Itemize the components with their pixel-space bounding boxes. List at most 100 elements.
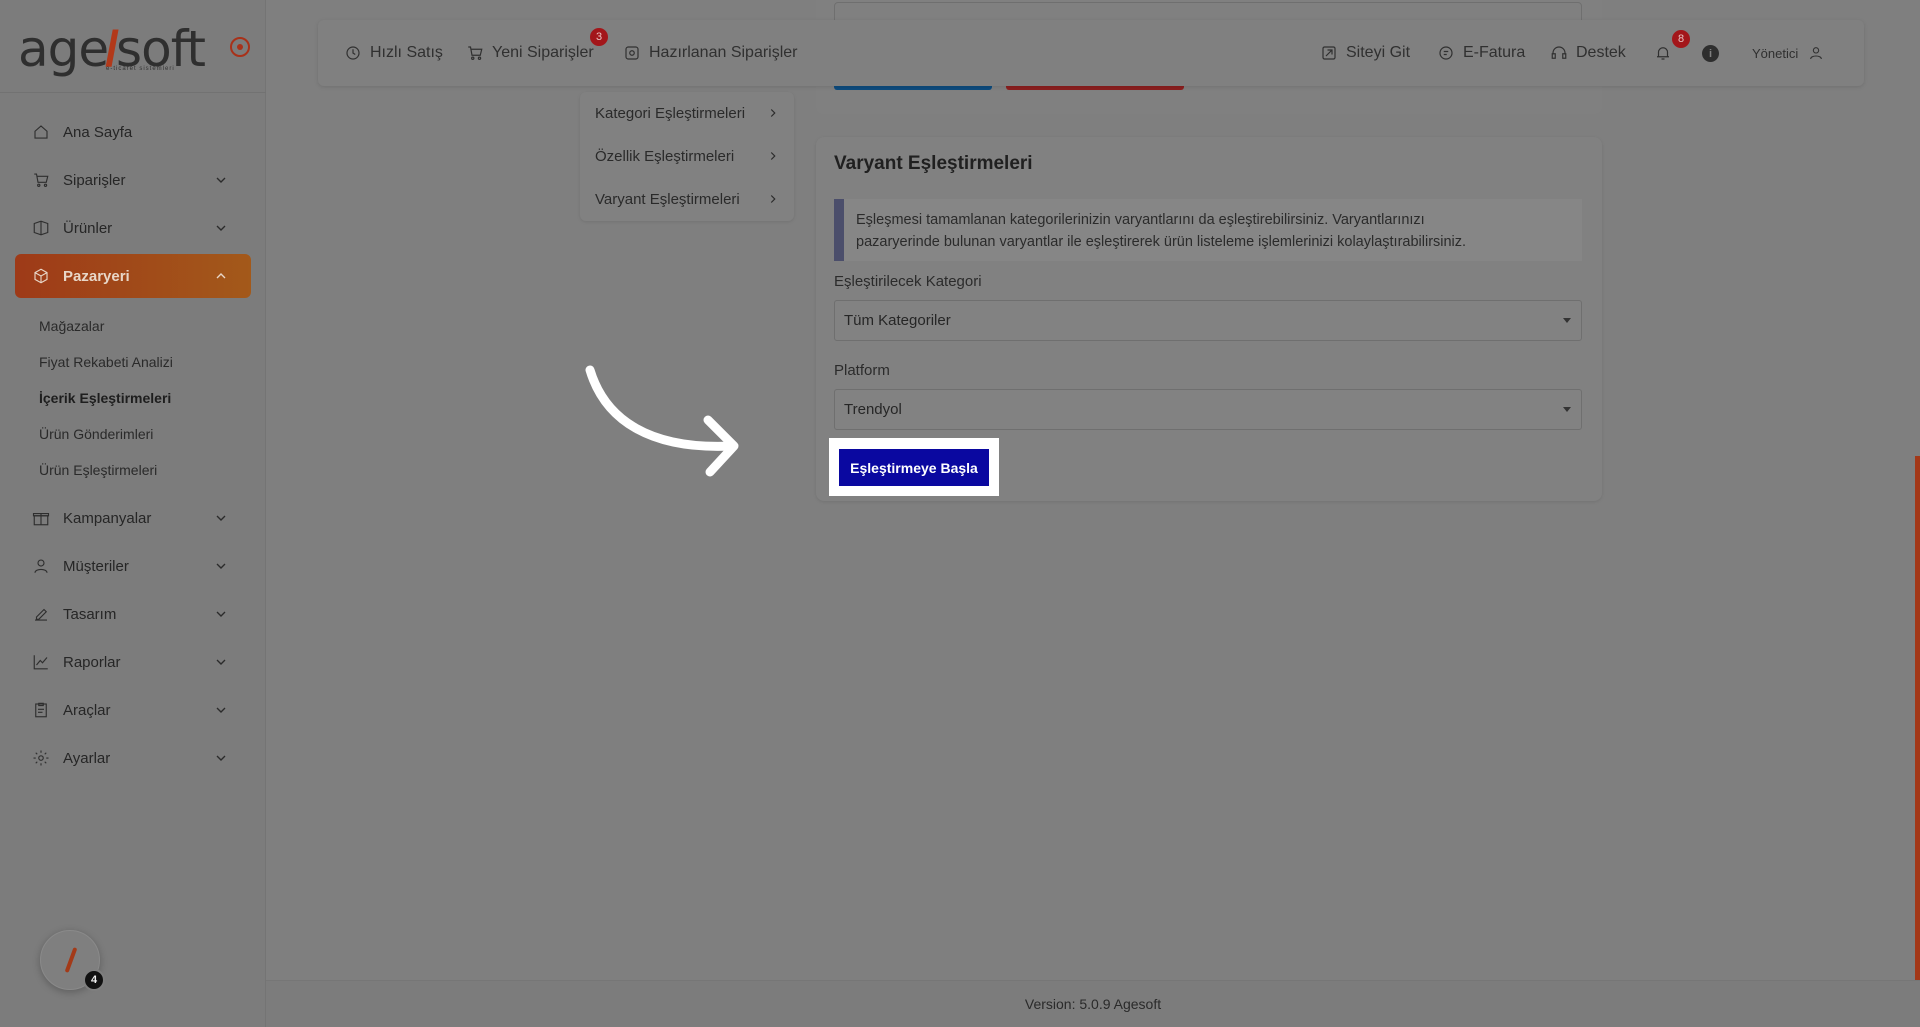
alert-line: pazaryerinde bulunan varyantlar ile eşle… [856,234,1467,250]
platform-label: Platform [834,362,890,379]
sidebar-item-label: Ürünler [63,219,113,237]
notifications-badge: 8 [1670,28,1692,50]
edit-icon [31,604,51,624]
chevron-down-icon [213,172,229,188]
chevron-right-icon [766,106,780,120]
sidebar-item-label: Raporlar [63,653,121,671]
e-invoice-link[interactable]: E-Fatura [1437,20,1525,86]
go-site-link[interactable]: Siteyi Git [1320,20,1410,86]
category-select-value: Tüm Kategoriler [844,312,951,329]
start-matching-button[interactable]: Eşleştirmeye Başla [839,449,989,486]
home-icon [31,122,51,142]
package-icon [623,44,641,62]
submenu-item-variant-matching[interactable]: Varyant Eşleştirmeleri [580,178,794,221]
sidebar-subitem-price-analysis[interactable]: Fiyat Rekabeti Analizi [39,344,251,380]
sidebar-item-campaigns[interactable]: Kampanyalar [15,496,251,540]
sidebar-subitem-stores[interactable]: Mağazalar [39,308,251,344]
info-icon[interactable]: i [1702,45,1719,62]
matching-submenu: Kategori Eşleştirmeleri Özellik Eşleştir… [580,92,794,221]
sidebar-item-label: Müşteriler [63,557,129,575]
sidebar-item-label: Tasarım [63,605,117,623]
sidebar-item-label: Araçlar [63,701,111,719]
target-icon[interactable] [230,37,250,57]
prepared-orders-link[interactable]: Hazırlanan Siparişler [623,20,798,86]
helper-widget-button[interactable]: 4 [40,930,105,991]
bell-icon [1654,44,1672,62]
chevron-down-icon [213,750,229,766]
sidebar-item-marketplace[interactable]: Pazaryeri [15,254,251,298]
support-label: Destek [1576,44,1626,61]
info-alert: Eşleşmesi tamamlanan kategorilerinizin v… [834,199,1582,261]
chevron-up-icon [213,268,229,284]
sidebar-item-reports[interactable]: Raporlar [15,640,251,684]
sidebar-item-label: Kampanyalar [63,509,152,527]
support-link[interactable]: Destek [1550,20,1626,86]
category-select[interactable]: Tüm Kategoriler [834,300,1582,341]
chevron-down-icon [213,558,229,574]
new-orders-label: Yeni Siparişler [492,44,594,61]
sidebar-subitem-product-submissions[interactable]: Ürün Gönderimleri [39,416,251,452]
e-invoice-label: E-Fatura [1463,44,1526,61]
brand-name-part1: age [18,20,109,78]
cart-icon [31,170,51,190]
headset-icon [1550,44,1568,62]
sidebar-subitem-content-matching[interactable]: İçerik Eşleştirmeleri [39,380,251,416]
external-site-icon [1320,44,1338,62]
sidebar-item-products[interactable]: Ürünler [15,206,251,250]
submenu-item-label: Özellik Eşleştirmeleri [595,148,735,165]
submenu-item-label: Varyant Eşleştirmeleri [595,191,740,208]
alert-line: Eşleşmesi tamamlanan kategorilerinizin v… [856,212,1425,228]
sidebar-divider [0,92,266,93]
category-label: Eşleştirilecek Kategori [834,273,982,290]
topbar: Hızlı Satış Yeni Siparişler 3 Hazırlanan… [318,20,1864,86]
submenu-item-attribute-matching[interactable]: Özellik Eşleştirmeleri [580,135,794,178]
new-orders-link[interactable]: Yeni Siparişler [466,20,594,86]
platform-select[interactable]: Trendyol [834,389,1582,430]
clipboard-icon [31,700,51,720]
brand-tagline: e-ticaret sistemleri [106,66,175,72]
chevron-down-icon [213,702,229,718]
user-icon [1808,45,1824,61]
scrollbar-thumb[interactable] [1915,456,1920,1027]
submenu-item-label: Kategori Eşleştirmeleri [595,105,746,122]
sidebar-item-tools[interactable]: Araçlar [15,688,251,732]
chevron-down-icon [213,510,229,526]
brand-logo[interactable]: age / soft e-ticaret sistemleri [18,18,206,78]
invoice-icon [1437,44,1455,62]
box-icon [31,218,51,238]
user-menu[interactable]: Yönetici [1752,20,1824,86]
quick-sale-link[interactable]: Hızlı Satış [344,20,443,86]
sidebar-item-settings[interactable]: Ayarlar [15,736,251,780]
sidebar-item-label: Pazaryeri [63,267,130,285]
user-name: Yönetici [1752,45,1799,61]
new-orders-badge: 3 [588,26,610,48]
prepared-orders-label: Hazırlanan Siparişler [649,44,798,61]
sidebar-item-label: Ana Sayfa [63,123,133,141]
quick-sale-icon [344,44,362,62]
submenu-item-category-matching[interactable]: Kategori Eşleştirmeleri [580,92,794,135]
sidebar-item-home[interactable]: Ana Sayfa [15,110,251,154]
gear-icon [31,748,51,768]
footer: Version: 5.0.9 Agesoft [266,980,1920,1027]
chevron-down-icon [213,606,229,622]
pointer-arrow-icon [585,365,739,477]
gift-icon [31,508,51,528]
sidebar-item-orders[interactable]: Siparişler [15,158,251,202]
caret-down-icon [1563,318,1571,323]
chevron-down-icon [213,220,229,236]
cart-icon [466,44,484,62]
helper-count-badge: 4 [83,969,105,991]
sidebar-subitem-product-matching[interactable]: Ürün Eşleştirmeleri [39,452,251,488]
card-title: Varyant Eşleştirmeleri [834,153,1033,174]
cube-icon [31,266,51,286]
sidebar-item-design[interactable]: Tasarım [15,592,251,636]
chart-icon [31,652,51,672]
marketplace-submenu: Mağazalar Fiyat Rekabeti Analizi İçerik … [15,302,251,496]
chevron-down-icon [213,654,229,670]
quick-sale-label: Hızlı Satış [370,44,443,61]
sidebar-item-customers[interactable]: Müşteriler [15,544,251,588]
go-site-label: Siteyi Git [1346,44,1411,61]
sidebar-item-label: Ayarlar [63,749,111,767]
chevron-right-icon [766,149,780,163]
chevron-right-icon [766,192,780,206]
